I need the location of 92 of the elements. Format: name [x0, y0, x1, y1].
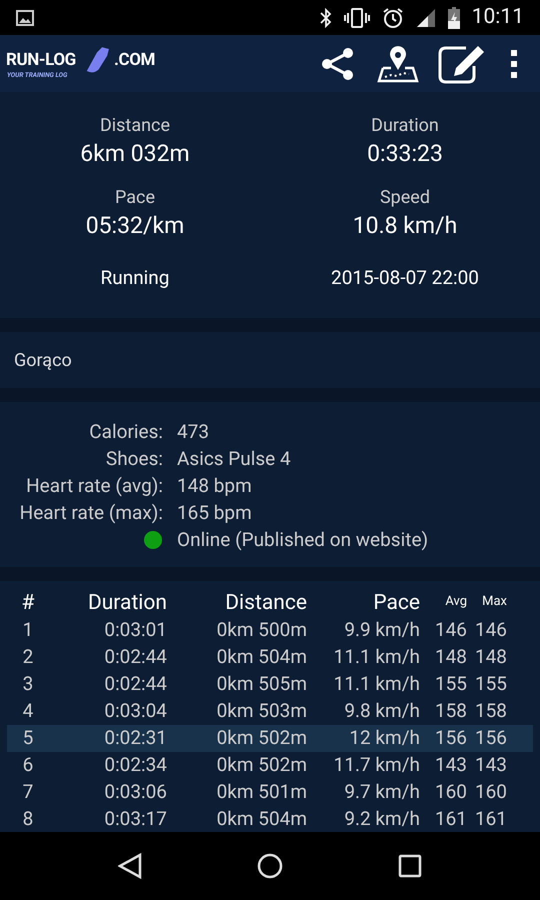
- table-cell-text: 0km 505m: [216, 671, 307, 698]
- table-cell-text: 6: [22, 752, 34, 778]
- table-cell-text: 0:03:04: [103, 698, 167, 724]
- table-cell-text: 0km 502m: [216, 725, 307, 752]
- stat-value: 10.8 km/h: [352, 211, 458, 241]
- detail-label: Heart rate (max):: [20, 500, 163, 526]
- table-cell-text: 0:02:44: [103, 644, 167, 670]
- table-cell-text: 0km 503m: [216, 698, 307, 724]
- table-cell-text: 160: [474, 779, 507, 806]
- column-header: Duration: [86, 590, 167, 617]
- table-cell-text: 156: [434, 725, 467, 752]
- stat-value: 6km 032m: [80, 139, 190, 169]
- table-cell-text: 148: [474, 644, 507, 670]
- column-header: Avg: [444, 593, 467, 611]
- detail-value: 473: [177, 419, 210, 445]
- table-cell-text: 161: [434, 806, 467, 832]
- home-icon: [256, 853, 283, 879]
- battery-charging-icon: [448, 6, 460, 28]
- table-cell-text: 148: [434, 644, 467, 670]
- table-cell-text: 161: [474, 806, 507, 832]
- bluetooth-icon: [320, 8, 332, 28]
- table-cell-text: 143: [434, 752, 467, 778]
- activity-type: Running: [100, 265, 170, 291]
- stat-label: Speed: [380, 186, 430, 210]
- recents-button[interactable]: [398, 854, 422, 878]
- vibrate-icon: [344, 8, 370, 28]
- column-header: #: [20, 590, 36, 617]
- table-cell-text: 0km 502m: [216, 752, 307, 778]
- table-cell-text: 9.9 km/h: [343, 617, 420, 644]
- table-cell-text: 0km 504m: [216, 644, 307, 670]
- table-cell-text: 3: [22, 671, 34, 698]
- detail-value: Asics Pulse 4: [177, 446, 291, 472]
- recents-icon: [398, 854, 422, 878]
- table-cell-text: 11.1 km/h: [332, 671, 420, 698]
- edit-icon: [438, 44, 486, 84]
- table-cell-text: 9.7 km/h: [343, 779, 420, 806]
- status-time: 10:11: [472, 4, 524, 31]
- logo-text: RUN-LOG: [6, 52, 76, 68]
- table-cell-text: 7: [22, 779, 34, 806]
- stat-value: 0:33:23: [367, 139, 443, 169]
- share-icon: [321, 46, 355, 80]
- back-button[interactable]: [118, 853, 142, 879]
- table-cell-text: 5: [22, 725, 34, 752]
- table-cell-text: 155: [474, 671, 507, 698]
- table-cell-text: 0:03:06: [103, 779, 167, 806]
- map-pin-icon: [377, 44, 419, 82]
- table-cell-text: 146: [474, 617, 507, 644]
- table-cell-text: 146: [434, 617, 467, 644]
- stat-label: Duration: [371, 114, 439, 138]
- table-cell-text: 0:03:01: [103, 617, 167, 644]
- table-cell-text: 0:02:34: [103, 752, 167, 778]
- column-header: Max: [481, 593, 507, 611]
- table-cell-text: 9.8 km/h: [343, 698, 420, 724]
- logo-text: .COM: [114, 52, 155, 68]
- table-cell-text: 2: [22, 644, 34, 670]
- table-cell-text: 0km 501m: [216, 779, 307, 806]
- back-icon: [118, 853, 142, 879]
- table-cell-text: 0km 504m: [216, 806, 307, 832]
- table-cell-text: 143: [474, 752, 507, 778]
- stat-value: 05:32/km: [86, 211, 184, 241]
- table-cell-text: 9.2 km/h: [343, 806, 420, 832]
- table-cell-text: 0:02:44: [103, 671, 167, 698]
- table-cell-text: 160: [434, 779, 467, 806]
- home-button[interactable]: [256, 853, 283, 879]
- activity-date: 2015-08-07 22:00: [330, 265, 480, 291]
- table-cell-text: 4: [22, 698, 34, 724]
- table-cell-text: 158: [474, 698, 507, 724]
- table-cell-text: 0km 500m: [216, 617, 307, 644]
- publish-status: Online (Published on website): [177, 527, 428, 553]
- note-text: Gorąco: [14, 348, 72, 372]
- column-header: Pace: [372, 590, 420, 617]
- table-cell-text: 11.7 km/h: [332, 752, 420, 778]
- stat-label: Distance: [100, 114, 170, 138]
- detail-label: Heart rate (avg):: [26, 473, 163, 499]
- image-icon: [16, 10, 34, 26]
- alarm-icon: [382, 6, 404, 28]
- table-cell-text: 1: [22, 617, 34, 644]
- detail-label: Shoes:: [106, 446, 163, 472]
- table-cell-text: 155: [434, 671, 467, 698]
- table-cell-text: 158: [434, 698, 467, 724]
- table-cell-text: 156: [474, 725, 507, 752]
- detail-label: Calories:: [89, 419, 163, 445]
- table-cell-text: 12 km/h: [348, 725, 420, 752]
- detail-value: 165 bpm: [177, 500, 252, 526]
- table-cell-text: 8: [22, 806, 34, 832]
- detail-value: 148 bpm: [177, 473, 252, 499]
- signal-icon: [416, 8, 436, 28]
- table-cell-text: 0:03:17: [103, 806, 167, 832]
- table-cell-text: 11.1 km/h: [332, 644, 420, 670]
- column-header: Distance: [224, 590, 307, 617]
- table-cell-text: 0:02:31: [103, 725, 167, 752]
- stat-label: Pace: [114, 186, 156, 210]
